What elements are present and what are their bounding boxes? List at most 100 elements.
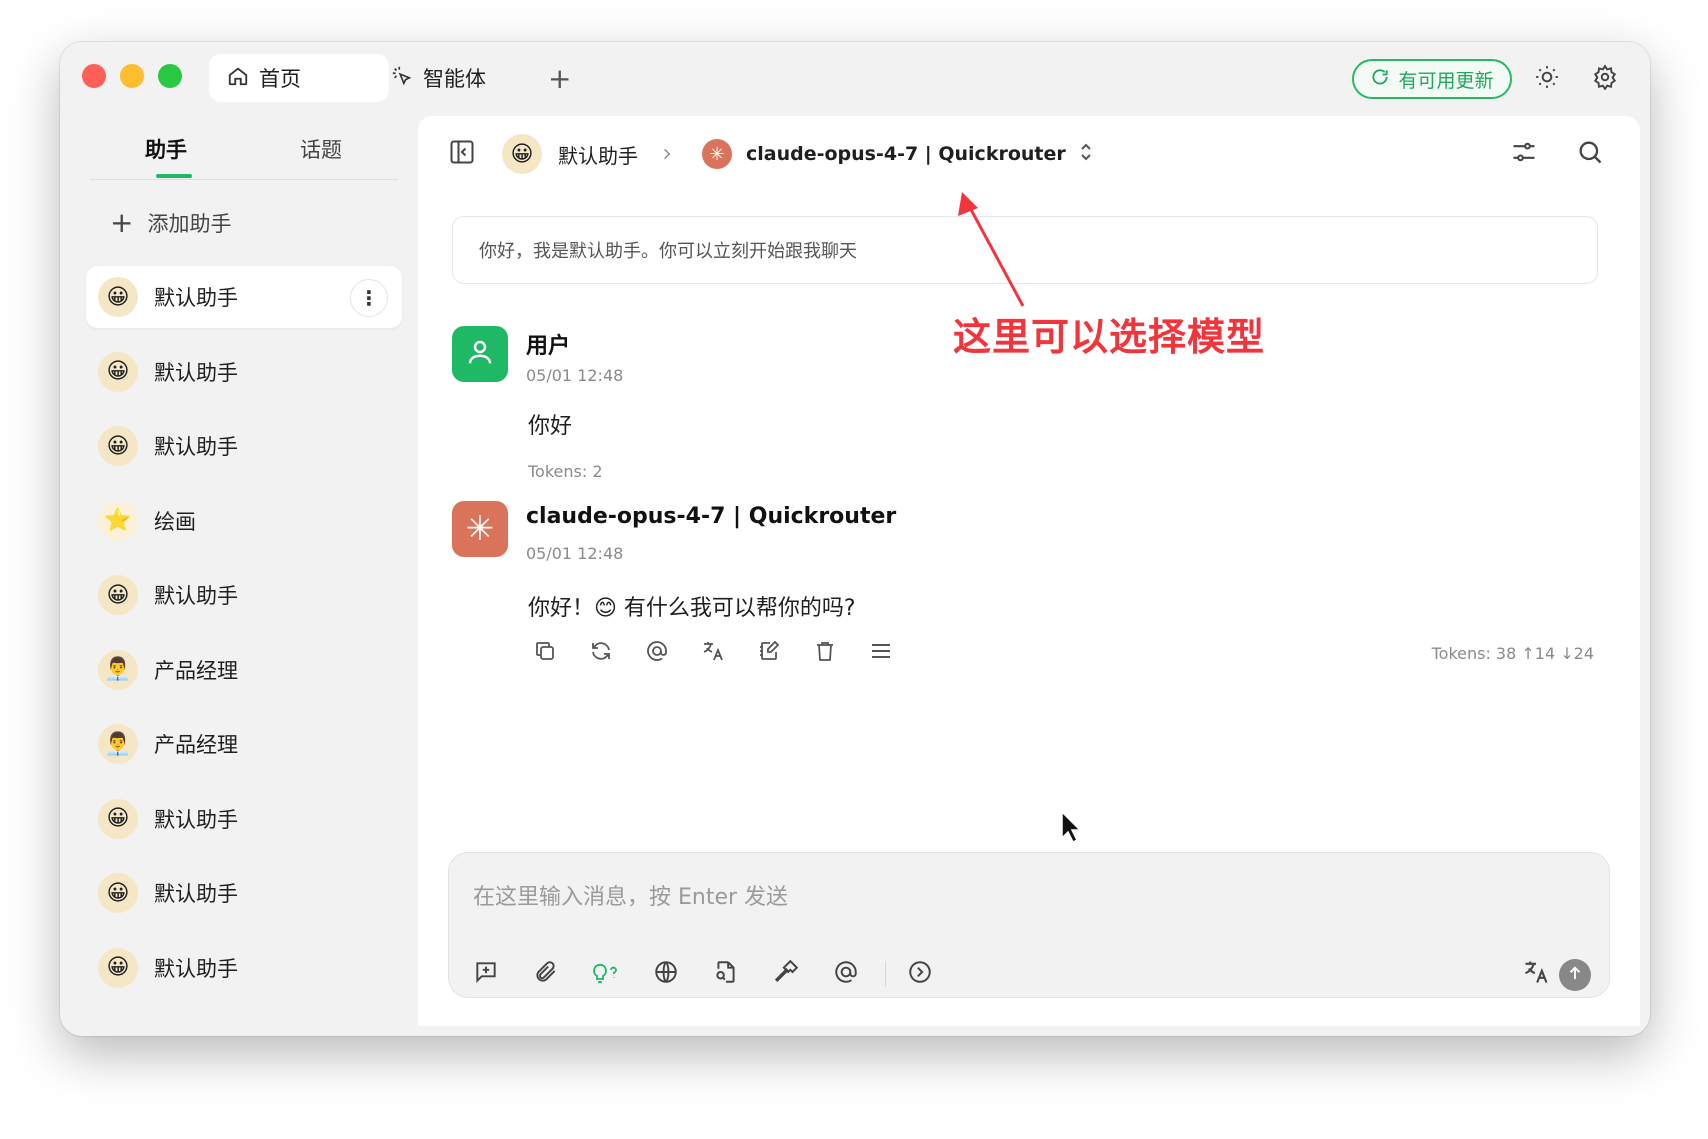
- add-assistant-button[interactable]: + 添加助手: [110, 206, 231, 239]
- assistant-avatar: 😀: [502, 134, 542, 174]
- update-available-button[interactable]: 有可用更新: [1352, 59, 1512, 99]
- refresh-icon: [1370, 67, 1390, 92]
- tab-assistants[interactable]: 助手: [145, 134, 187, 164]
- thinking-button[interactable]: [589, 957, 623, 991]
- assistant-item[interactable]: 👨‍💼 产品经理: [86, 639, 402, 701]
- search-button[interactable]: [1576, 134, 1604, 174]
- assistant-label: 产品经理: [154, 733, 238, 757]
- refresh-icon: [589, 639, 613, 667]
- lightbulb-icon: [591, 958, 621, 990]
- knowledge-button[interactable]: [709, 957, 743, 991]
- sun-icon: [1534, 64, 1560, 94]
- sidebar: 助手 话题 + 添加助手 😀 默认助手 ⋮ 😀 默认助手 😀 默认助手 ⭐ 绘画…: [60, 116, 418, 1036]
- avatar: 😀: [98, 277, 138, 317]
- attach-button[interactable]: [529, 957, 563, 991]
- claude-logo-icon: ✳: [702, 139, 732, 169]
- assistant-label: 默认助手: [154, 360, 238, 385]
- message-author: 用户: [526, 334, 571, 359]
- claude-logo-icon: ✳: [465, 509, 495, 549]
- more-actions-button[interactable]: [864, 636, 898, 670]
- message-composer: 在这里输入消息，按 Enter 发送: [448, 852, 1610, 998]
- plus-icon: +: [110, 206, 134, 239]
- at-icon: [833, 959, 859, 989]
- model-selector[interactable]: ✳ claude-opus-4-7 | Quickrouter: [702, 134, 1094, 174]
- assistant-label: 默认助手: [154, 435, 238, 459]
- chevron-updown-icon: [1078, 142, 1094, 167]
- at-icon: [645, 639, 669, 667]
- send-button[interactable]: [1559, 959, 1591, 991]
- tab-agents[interactable]: 智能体: [373, 54, 543, 102]
- hammer-icon: [773, 959, 799, 989]
- mention-button[interactable]: [640, 636, 674, 670]
- settings-button[interactable]: [1590, 64, 1620, 94]
- translate-icon: [701, 639, 725, 667]
- assistant-list: 😀 默认助手 ⋮ 😀 默认助手 😀 默认助手 ⭐ 绘画 😀 默认助手 👨‍: [86, 266, 402, 1011]
- message-time: 05/01 12:48: [526, 544, 624, 563]
- assistant-item[interactable]: 😀 默认助手: [86, 862, 402, 924]
- avatar: 👨‍💼: [98, 649, 138, 690]
- add-assistant-label: 添加助手: [147, 211, 232, 236]
- update-label: 有可用更新: [1398, 69, 1494, 92]
- more-options-button[interactable]: ⋮: [350, 279, 388, 317]
- model-avatar: ✳: [452, 501, 508, 557]
- message-text: 你好: [528, 414, 573, 439]
- avatar: 😀: [98, 798, 138, 839]
- assistant-item[interactable]: 😀 默认助手: [86, 341, 402, 403]
- regenerate-button[interactable]: [584, 636, 618, 670]
- annotation-label: 这里可以选择模型: [953, 315, 1266, 359]
- tab-home-label: 首页: [259, 67, 301, 91]
- user-avatar: [452, 326, 508, 382]
- assistant-name[interactable]: 默认助手: [558, 140, 638, 169]
- menu-icon: [868, 639, 894, 667]
- assistant-item[interactable]: 😀 默认助手 ⋮: [86, 266, 402, 328]
- assistant-item[interactable]: ⭐ 绘画: [86, 490, 402, 552]
- new-topic-button[interactable]: [469, 957, 503, 991]
- tab-topics[interactable]: 话题: [300, 134, 342, 164]
- translate-button[interactable]: [696, 636, 730, 670]
- assistant-item[interactable]: 👨‍💼 产品经理: [86, 713, 402, 775]
- user-icon: [465, 337, 495, 371]
- active-tab-indicator: [156, 174, 192, 178]
- toggle-sidebar-button[interactable]: [448, 134, 476, 174]
- assistant-label: 产品经理: [154, 658, 238, 683]
- file-search-icon: [713, 959, 739, 989]
- edit-button[interactable]: [752, 636, 786, 670]
- mention-model-button[interactable]: [829, 957, 863, 991]
- assistant-item[interactable]: 😀 默认助手: [86, 564, 402, 626]
- annotation-arrow: [958, 192, 1025, 307]
- tools-button[interactable]: [769, 957, 803, 991]
- close-window-button[interactable]: [82, 64, 106, 88]
- expand-toolbar-button[interactable]: [903, 957, 937, 991]
- assistant-label: 绘画: [154, 509, 196, 534]
- message-plus-icon: [473, 959, 499, 989]
- copy-button[interactable]: [528, 636, 562, 670]
- search-icon: [1576, 138, 1604, 171]
- avatar: 😀: [98, 426, 138, 466]
- message-time: 05/01 12:48: [526, 366, 624, 385]
- message-text: 你好！😊 有什么我可以帮你的吗?: [528, 596, 856, 621]
- assistant-item[interactable]: 😀 默认助手: [86, 937, 402, 999]
- toolbar-divider: [885, 961, 886, 987]
- message-author: claude-opus-4-7 | Quickrouter: [526, 504, 897, 529]
- paperclip-icon: [533, 959, 559, 989]
- web-search-button[interactable]: [649, 957, 683, 991]
- assistant-item[interactable]: 😀 默认助手: [86, 788, 402, 850]
- theme-toggle-button[interactable]: [1532, 64, 1562, 94]
- chat-settings-button[interactable]: [1510, 134, 1538, 174]
- message-input[interactable]: 在这里输入消息，按 Enter 发送: [473, 879, 788, 911]
- minimize-window-button[interactable]: [120, 64, 144, 88]
- avatar: 😀: [98, 947, 138, 988]
- message-tokens: Tokens: 38 ↑14 ↓24: [1431, 644, 1594, 663]
- model-name: claude-opus-4-7 | Quickrouter: [746, 143, 1066, 165]
- assistant-item[interactable]: 😀 默认助手: [86, 415, 402, 477]
- message-tokens: Tokens: 2: [528, 462, 603, 481]
- chevron-right-circle-icon: [907, 959, 933, 989]
- tab-home[interactable]: 首页: [209, 54, 389, 102]
- gear-icon: [1592, 64, 1618, 94]
- translate-input-button[interactable]: [1519, 957, 1553, 991]
- assistant-label: 默认助手: [154, 286, 238, 310]
- maximize-window-button[interactable]: [158, 64, 182, 88]
- new-tab-button[interactable]: +: [530, 54, 590, 102]
- delete-button[interactable]: [808, 636, 842, 670]
- translate-icon: [1522, 958, 1550, 990]
